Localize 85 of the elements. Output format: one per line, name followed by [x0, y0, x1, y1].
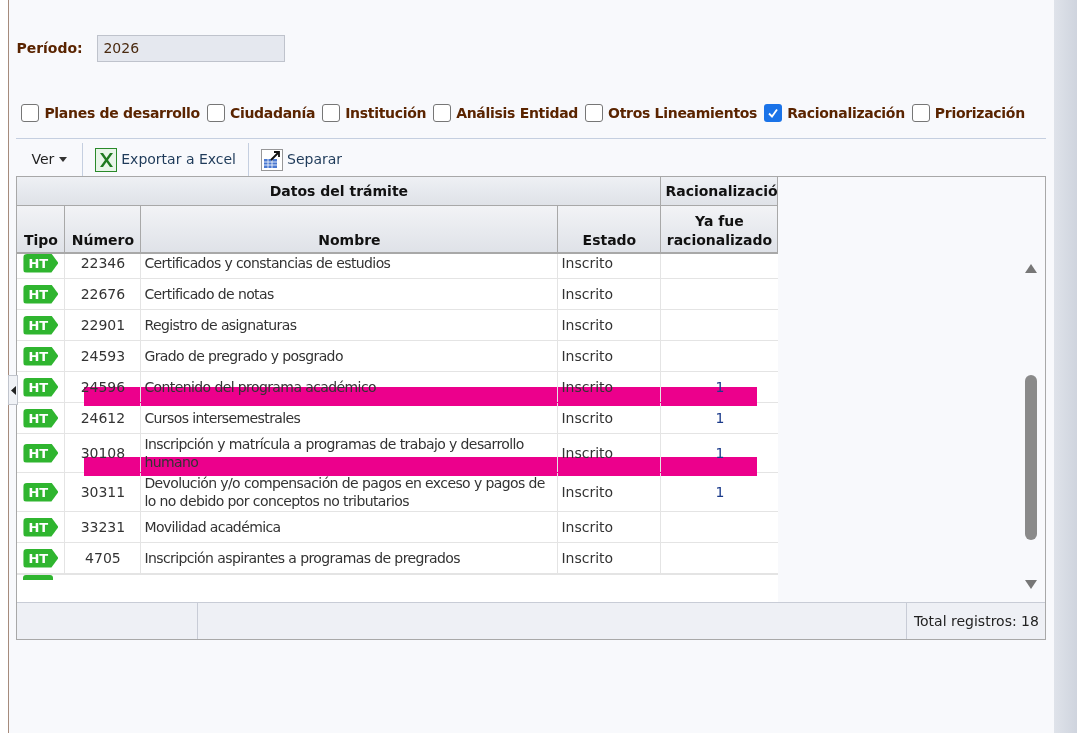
column-header[interactable]: Nombre — [141, 206, 559, 254]
filter-label: Otros Lineamientos — [608, 103, 758, 123]
type-badge: HT — [23, 315, 59, 335]
table-cell: Certificado de notas — [141, 279, 559, 309]
table-cell: 33231 — [65, 512, 142, 542]
filter-label: Ciudadanía — [229, 103, 316, 123]
table-row[interactable]: HT 22901 Registro de asignaturas Inscrito — [17, 310, 779, 341]
table-cell: Inscrito — [558, 254, 662, 278]
table-cell: Inscripción y matrícula a programas de trabajo y desarrollo humano — [141, 434, 559, 472]
table-cell: 30108 — [65, 434, 142, 472]
column-header[interactable]: Estado — [558, 206, 662, 254]
spreadsheet-icon — [95, 147, 118, 172]
table-row[interactable]: HT 24593 Grado de pregrado y posgrado Inscrito — [17, 341, 779, 372]
column-group-header: Racionalizació — [661, 177, 779, 206]
filter-label: Racionalización — [787, 103, 905, 123]
table-row[interactable]: HT 4705 Inscripción aspirantes a programas de pregrados Inscrito — [17, 543, 779, 574]
column-group-header: Datos del trámite — [17, 177, 662, 206]
filter-label: Análisis Entidad — [456, 103, 579, 123]
toolbar-button[interactable]: Ver — [16, 143, 83, 176]
type-badge: HT — [23, 548, 59, 568]
table-cell: Inscripción aspirantes a programas de pregrados — [141, 543, 559, 573]
table-cell: Inscrito — [558, 543, 662, 573]
collapse-handle[interactable] — [8, 375, 18, 405]
table-cell-text: 1 — [715, 482, 725, 502]
filter-label: Priorización — [934, 103, 1025, 123]
checkbox[interactable] — [322, 104, 341, 122]
type-badge: HT — [23, 377, 59, 397]
table-cell: Inscrito — [558, 473, 662, 511]
table-row[interactable]: HT 22346 Certificados y constancias de estudios Inscrito — [17, 254, 779, 279]
type-badge: HT — [23, 443, 59, 463]
table-cell-text: 1 — [715, 377, 725, 397]
checkbox[interactable] — [585, 104, 604, 122]
check-icon — [767, 107, 780, 119]
record-count: Total registros: 18 — [913, 611, 1039, 631]
table-row[interactable]: HT 22676 Certificado de notas Inscrito — [17, 279, 779, 310]
toolbar-button[interactable]: Exportar a Excel — [83, 143, 248, 176]
column-header[interactable]: Número — [65, 206, 142, 254]
table-cell: Inscrito — [558, 434, 662, 472]
table-cell: Inscrito — [558, 512, 662, 542]
type-badge: HT — [23, 517, 59, 537]
type-badge: HT — [23, 346, 59, 366]
table-cell: Registro de asignaturas — [141, 310, 559, 340]
checkbox[interactable] — [206, 104, 225, 122]
type-badge: HT — [23, 284, 59, 304]
table-cell: 24612 — [65, 403, 142, 433]
table-row[interactable]: HT 30311 Devolución y/o compensación de pagos en exceso y pagos de lo no debido por conceptos no tributarios Inscrito 1 — [17, 473, 779, 512]
table-row[interactable]: HT 33231 Movilidad académica Inscrito — [17, 512, 779, 543]
table-cell: 22676 — [65, 279, 142, 309]
type-badge — [23, 575, 54, 580]
scroll-down-icon[interactable] — [1025, 580, 1038, 589]
type-badge: HT — [23, 482, 59, 502]
checkbox[interactable] — [433, 104, 452, 122]
column-header[interactable]: Ya fue racionalizado — [661, 206, 779, 254]
period-field[interactable]: 2026 — [97, 35, 286, 62]
table-cell: Inscrito — [558, 279, 662, 309]
checkbox[interactable] — [764, 104, 783, 122]
table-row[interactable]: HT 30108 Inscripción y matrícula a programas de trabajo y desarrollo humano Inscrito 1 — [17, 434, 779, 473]
table-cell: 4705 — [65, 543, 142, 573]
table-cell: 30311 — [65, 473, 142, 511]
table-cell: 22901 — [65, 310, 142, 340]
type-badge: HT — [23, 408, 59, 428]
table-cell: Inscrito — [558, 403, 662, 433]
checkbox[interactable] — [21, 104, 40, 122]
toolbar-button[interactable]: Separar — [249, 143, 355, 176]
checkbox[interactable] — [911, 104, 930, 122]
table-cell: Movilidad académica — [141, 512, 559, 542]
table-cell: Certificados y constancias de estudios — [141, 254, 559, 278]
table-cell: 24593 — [65, 341, 142, 371]
filter-label: Planes de desarrollo — [44, 103, 200, 123]
table-cell: Inscrito — [558, 372, 662, 402]
table-cell: Devolución y/o compensación de pagos en exceso y pagos de lo no debido por conceptos no tributarios — [141, 473, 559, 511]
type-badge: HT — [23, 254, 59, 273]
column-header[interactable]: Tipo — [17, 206, 66, 254]
filter-label: Institución — [345, 103, 427, 123]
table-cell: Inscrito — [558, 310, 662, 340]
table-cell: 22346 — [65, 254, 142, 278]
table-cell-text: 1 — [715, 408, 725, 428]
table-cell: Cursos intersemestrales — [141, 403, 559, 433]
period-label: Período: — [16, 39, 84, 58]
table-cell-text: 1 — [715, 443, 725, 463]
table-row[interactable]: HT 24612 Cursos intersemestrales Inscrito 1 — [17, 403, 779, 434]
scroll-up-icon[interactable] — [1025, 264, 1038, 273]
caret-icon — [59, 157, 68, 162]
table-cell: Grado de pregrado y posgrado — [141, 341, 559, 371]
table-cell: Inscrito — [558, 341, 662, 371]
